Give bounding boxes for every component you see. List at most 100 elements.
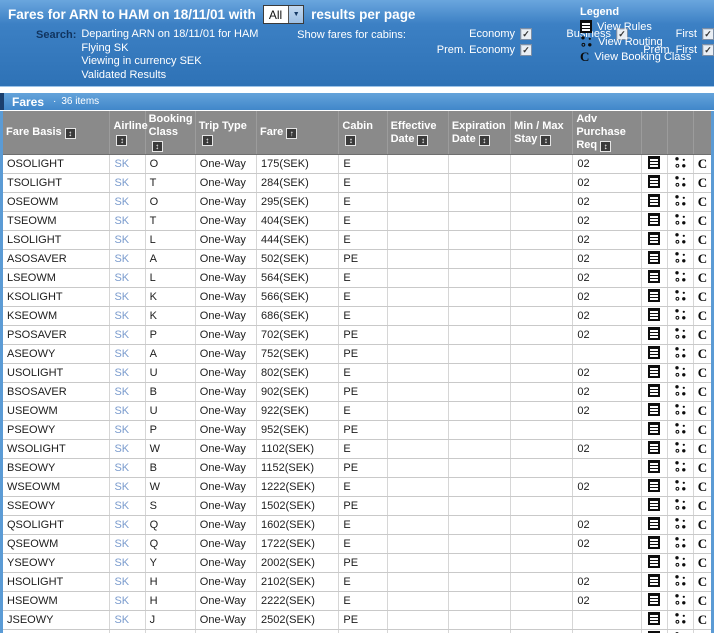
view-rules-icon[interactable] [648, 593, 661, 606]
view-booking-class-button[interactable]: C [693, 287, 714, 307]
view-rules-button[interactable] [641, 154, 668, 174]
cell-airline[interactable]: SK [109, 173, 146, 193]
view-rules-icon[interactable] [648, 555, 661, 568]
view-rules-button[interactable] [641, 572, 668, 592]
view-booking-class-icon[interactable]: C [698, 347, 707, 360]
view-booking-class-icon[interactable]: C [698, 442, 707, 455]
chevron-down-icon[interactable]: ▼ [288, 6, 304, 23]
view-rules-button[interactable] [641, 211, 668, 231]
view-routing-button[interactable] [667, 344, 694, 364]
view-rules-icon[interactable] [648, 574, 661, 587]
view-rules-icon[interactable] [648, 460, 661, 473]
view-booking-class-button[interactable]: C [693, 344, 714, 364]
view-booking-class-icon[interactable]: C [698, 385, 707, 398]
view-booking-class-button[interactable]: C [693, 211, 714, 231]
view-booking-class-icon[interactable]: C [698, 252, 707, 265]
view-booking-class-icon[interactable]: C [698, 575, 707, 588]
view-rules-icon[interactable] [648, 384, 661, 397]
view-rules-icon[interactable] [648, 308, 661, 321]
view-routing-button[interactable] [667, 382, 694, 402]
view-booking-class-button[interactable]: C [693, 458, 714, 478]
view-booking-class-icon[interactable]: C [698, 499, 707, 512]
checkbox-economy[interactable]: ✓ [520, 28, 532, 40]
view-booking-class-icon[interactable]: C [698, 556, 707, 569]
view-booking-class-button[interactable]: C [693, 553, 714, 573]
view-booking-class-icon[interactable]: C [698, 195, 707, 208]
view-rules-icon[interactable] [648, 422, 661, 435]
view-booking-class-button[interactable]: C [693, 515, 714, 535]
view-rules-button[interactable] [641, 268, 668, 288]
view-booking-class-button[interactable]: C [693, 230, 714, 250]
view-routing-button[interactable] [667, 249, 694, 269]
view-routing-button[interactable] [667, 363, 694, 383]
view-routing-icon[interactable] [674, 213, 687, 226]
view-rules-icon[interactable] [648, 365, 661, 378]
view-rules-button[interactable] [641, 496, 668, 516]
cell-airline[interactable]: SK [109, 496, 146, 516]
view-rules-button[interactable] [641, 192, 668, 212]
view-routing-button[interactable] [667, 591, 694, 611]
view-rules-button[interactable] [641, 610, 668, 630]
view-routing-button[interactable] [667, 572, 694, 592]
view-booking-class-icon[interactable]: C [698, 480, 707, 493]
cell-airline[interactable]: SK [109, 382, 146, 402]
view-booking-class-button[interactable]: C [693, 629, 714, 633]
view-routing-button[interactable] [667, 477, 694, 497]
cell-airline[interactable]: SK [109, 344, 146, 364]
cell-airline[interactable]: SK [109, 268, 146, 288]
view-booking-class-button[interactable]: C [693, 439, 714, 459]
view-rules-button[interactable] [641, 287, 668, 307]
view-rules-button[interactable] [641, 173, 668, 193]
view-booking-class-button[interactable]: C [693, 496, 714, 516]
sort-toggle-icon[interactable]: ↕ [151, 141, 163, 152]
view-booking-class-button[interactable]: C [693, 306, 714, 326]
view-routing-button[interactable] [667, 458, 694, 478]
view-rules-icon[interactable] [648, 270, 661, 283]
cell-airline[interactable]: SK [109, 610, 146, 630]
sort-toggle-icon[interactable]: ↕ [540, 134, 552, 146]
view-rules-button[interactable] [641, 629, 668, 633]
cell-airline[interactable]: SK [109, 306, 146, 326]
view-routing-icon[interactable] [674, 365, 687, 378]
view-rules-icon[interactable] [648, 213, 661, 226]
view-routing-button[interactable] [667, 420, 694, 440]
view-routing-icon[interactable] [674, 498, 687, 511]
view-booking-class-icon[interactable]: C [698, 290, 707, 303]
view-rules-button[interactable] [641, 534, 668, 554]
sort-toggle-icon[interactable]: ↕ [201, 134, 213, 146]
cell-airline[interactable]: SK [109, 154, 146, 174]
view-rules-icon[interactable] [648, 479, 661, 492]
view-booking-class-button[interactable]: C [693, 363, 714, 383]
cell-airline[interactable]: SK [109, 420, 146, 440]
view-rules-icon[interactable] [648, 612, 661, 625]
view-booking-class-icon[interactable]: C [698, 176, 707, 189]
view-rules-icon[interactable] [648, 498, 661, 511]
view-rules-icon[interactable] [648, 232, 661, 245]
view-routing-icon[interactable] [674, 270, 687, 283]
cell-airline[interactable]: SK [109, 458, 146, 478]
view-routing-button[interactable] [667, 610, 694, 630]
view-rules-icon[interactable] [648, 194, 661, 207]
view-routing-icon[interactable] [674, 517, 687, 530]
view-routing-icon[interactable] [674, 479, 687, 492]
view-booking-class-icon[interactable]: C [698, 233, 707, 246]
view-booking-class-button[interactable]: C [693, 401, 714, 421]
view-routing-button[interactable] [667, 401, 694, 421]
view-rules-button[interactable] [641, 306, 668, 326]
view-routing-button[interactable] [667, 154, 694, 174]
view-routing-button[interactable] [667, 268, 694, 288]
cell-airline[interactable]: SK [109, 629, 146, 633]
view-rules-button[interactable] [641, 230, 668, 250]
view-routing-button[interactable] [667, 287, 694, 307]
view-booking-class-icon[interactable]: C [698, 461, 707, 474]
view-booking-class-icon[interactable]: C [698, 328, 707, 341]
view-booking-class-icon[interactable]: C [698, 423, 707, 436]
view-rules-button[interactable] [641, 515, 668, 535]
view-routing-button[interactable] [667, 173, 694, 193]
view-routing-button[interactable] [667, 211, 694, 231]
view-routing-icon[interactable] [674, 574, 687, 587]
view-routing-icon[interactable] [674, 441, 687, 454]
cell-airline[interactable]: SK [109, 439, 146, 459]
view-rules-button[interactable] [641, 401, 668, 421]
view-rules-button[interactable] [641, 344, 668, 364]
